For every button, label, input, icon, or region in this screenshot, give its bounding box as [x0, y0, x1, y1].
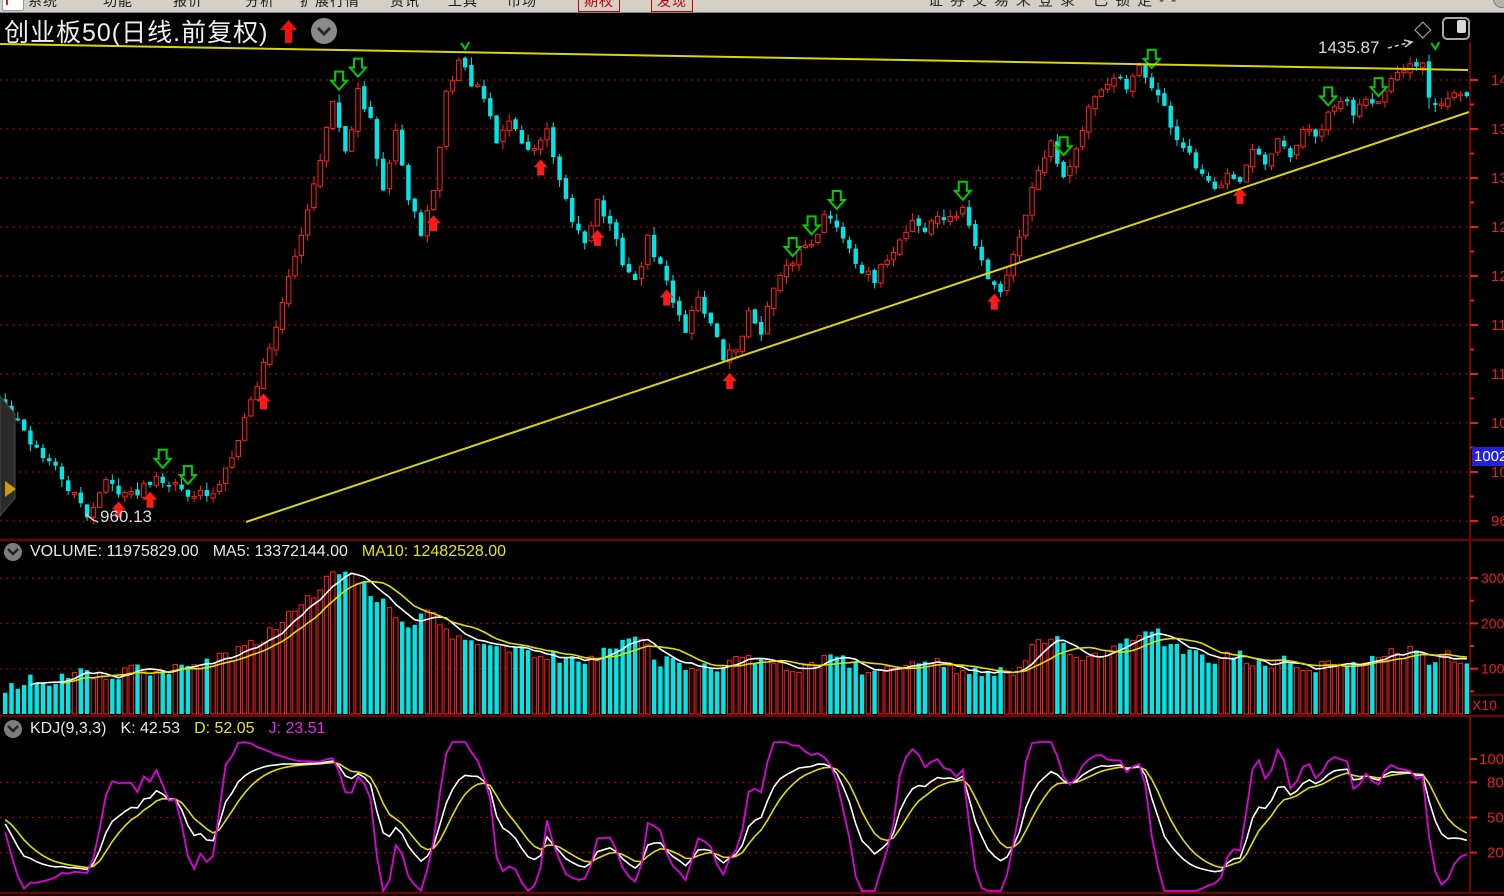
kdj-d-value: D: 52.05	[194, 720, 254, 738]
kdj-panel-header: KDJ(9,3,3) K: 42.53 D: 52.05 J: 23.51	[4, 720, 326, 738]
svg-text:1210: 1210	[1491, 268, 1504, 285]
low-price-annotation: 960.13	[100, 507, 152, 527]
menu-bar: 系统 功能 报价 分析 扩展行情 资讯 工具 市场 期权 发现 证券交易未登录 …	[0, 0, 1504, 13]
stock-chart-canvas[interactable]: 1410 1360 1310 1260 1210 1160 1110 1060 1010 960 3…	[0, 0, 1504, 896]
price-axis-badge: 1002	[1472, 447, 1504, 466]
up-arrow-icon	[280, 20, 297, 43]
title-dropdown-button[interactable]	[311, 18, 337, 44]
high-price-annotation: 1435.87	[1318, 38, 1379, 58]
menu-item-options[interactable]: 期权	[578, 0, 620, 12]
layout-toggle-icon[interactable]	[1442, 17, 1470, 40]
svg-text:1110: 1110	[1491, 366, 1504, 383]
svg-text:1160: 1160	[1491, 317, 1504, 334]
menu-item-extended-quotes[interactable]: 扩展行情	[300, 0, 360, 13]
volume-panel-header: VOLUME: 11975829.00 MA5: 13372144.00 MA1…	[4, 543, 520, 561]
svg-text:80: 80	[1487, 774, 1504, 791]
menu-item-quotes[interactable]: 报价	[173, 0, 203, 13]
svg-text:20: 20	[1487, 845, 1504, 862]
menu-item-analysis[interactable]: 分析	[245, 0, 275, 13]
svg-text:100: 100	[1479, 751, 1504, 768]
svg-text:960: 960	[1491, 513, 1504, 530]
kdj-k-value: K: 42.53	[120, 720, 180, 738]
kdj-collapse-button[interactable]	[4, 720, 22, 738]
svg-text:X10: X10	[1472, 697, 1497, 713]
svg-text:1010: 1010	[1491, 464, 1504, 481]
svg-text:1310: 1310	[1491, 170, 1504, 187]
svg-text:50: 50	[1487, 810, 1504, 827]
volume-collapse-button[interactable]	[4, 543, 22, 561]
svg-text:100: 100	[1481, 661, 1504, 677]
menu-item-discover[interactable]: 发现	[651, 0, 693, 12]
menu-circle-icon[interactable]	[1493, 0, 1504, 8]
diamond-icon[interactable]: ◇	[1414, 15, 1432, 42]
svg-text:300: 300	[1481, 570, 1504, 586]
svg-text:1060: 1060	[1491, 415, 1504, 432]
menu-item-function[interactable]: 功能	[103, 0, 133, 13]
svg-text:1410: 1410	[1491, 72, 1504, 89]
menu-item-market[interactable]: 市场	[507, 0, 537, 13]
app-icon[interactable]	[2, 0, 24, 11]
svg-text:1360: 1360	[1491, 121, 1504, 138]
svg-text:200: 200	[1481, 615, 1504, 631]
page-title: 创业板50(日线.前复权)	[4, 13, 268, 49]
chart-title-row: 创业板50(日线.前复权)	[4, 13, 337, 49]
menu-status-text: 证券交易未登录 已锁定--	[928, 0, 1183, 13]
volume-ma5: MA5: 13372144.00	[213, 543, 348, 561]
menu-item-news[interactable]: 资讯	[390, 0, 420, 13]
menu-item-system[interactable]: 系统	[28, 0, 58, 13]
svg-text:1260: 1260	[1491, 219, 1504, 236]
kdj-j-value: J: 23.51	[269, 720, 326, 738]
volume-ma10: MA10: 12482528.00	[362, 543, 506, 561]
menu-item-tools[interactable]: 工具	[448, 0, 478, 13]
volume-value: VOLUME: 11975829.00	[30, 543, 199, 561]
kdj-name: KDJ(9,3,3)	[30, 720, 106, 738]
